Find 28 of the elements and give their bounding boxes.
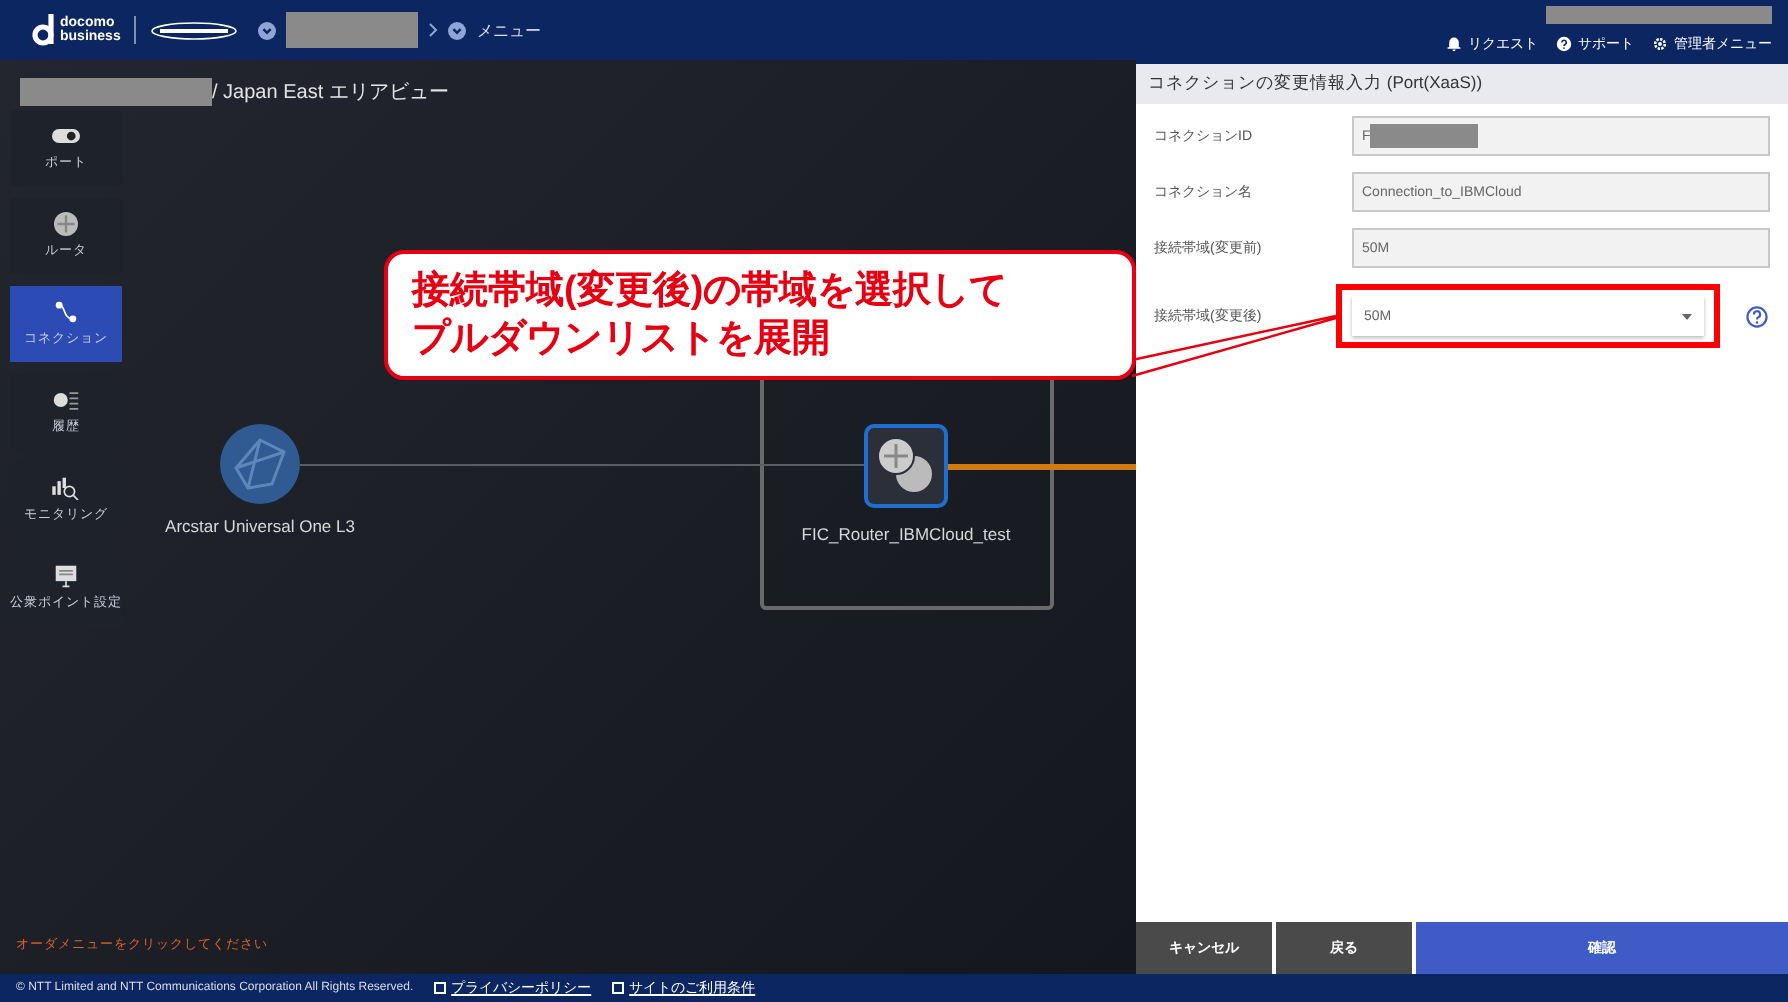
bell-icon (1446, 36, 1462, 52)
panel-title: コネクションの変更情報入力 (Port(XaaS)) (1136, 60, 1788, 104)
router-icon (52, 212, 80, 236)
help-icon (1556, 36, 1572, 52)
external-link-icon (433, 982, 446, 994)
globe-network-icon[interactable] (220, 424, 300, 504)
help-icon[interactable] (1746, 305, 1768, 327)
history-icon (52, 388, 80, 412)
chevron-right-icon (428, 22, 439, 38)
callout-text: プルダウンリストを展開 (412, 315, 832, 363)
external-link-icon (611, 982, 624, 994)
chart-search-icon (52, 476, 80, 500)
redacted-block (286, 12, 419, 48)
partner-logo-icon (150, 21, 239, 39)
router-node-icon[interactable] (864, 424, 948, 508)
node-label: Arcstar Universal One L3 (165, 516, 355, 536)
node-label: FIC_Router_IBMCloud_test (801, 524, 1011, 544)
breadcrumb-link[interactable]: メニュー (476, 19, 541, 41)
logo-icon (32, 14, 56, 46)
settings-icon (1652, 36, 1668, 52)
toggle-icon (52, 124, 80, 148)
chevron-circle-icon (258, 21, 277, 39)
chevron-circle-icon (448, 21, 467, 39)
callout-text: 接続帯域(変更後)の帯域を選択して (412, 267, 1010, 315)
monitor-icon (52, 564, 80, 588)
area-title: / Japan East エリアビュー (212, 79, 449, 105)
connection-icon (52, 300, 80, 324)
caret-icon (1682, 313, 1692, 319)
